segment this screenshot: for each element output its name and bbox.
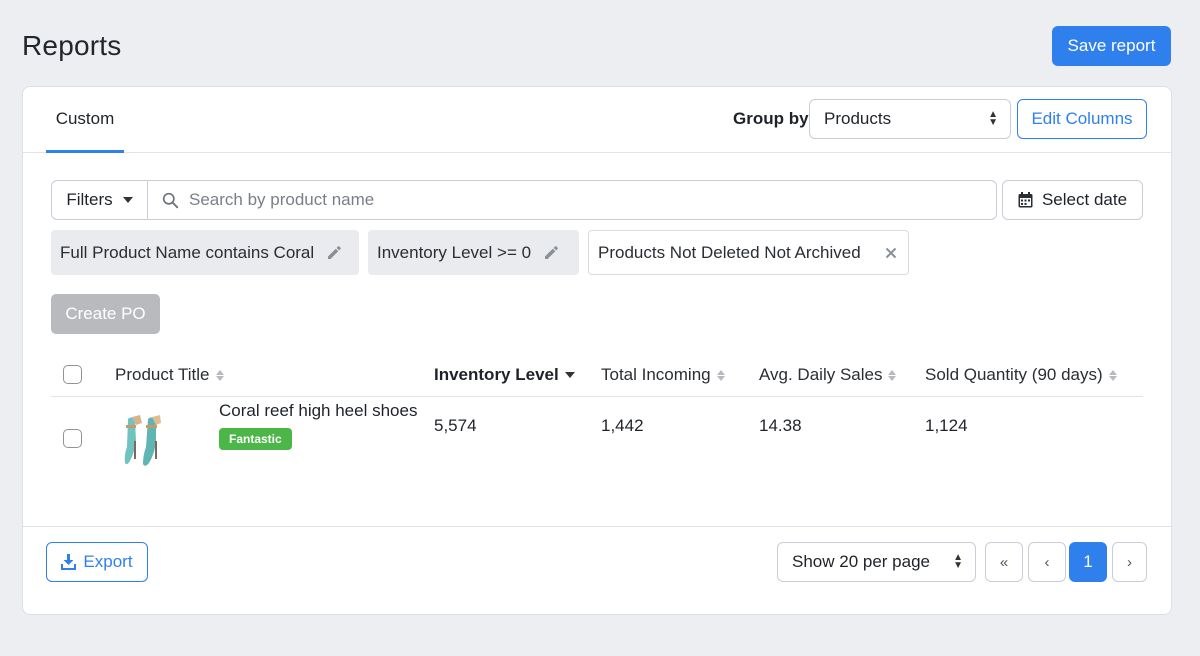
product-thumbnail [124,415,161,466]
filter-chip-label: Products Not Deleted Not Archived [598,242,861,262]
pagination-first-button[interactable]: « [985,542,1023,582]
select-caret-icon: ▲ ▼ [953,552,963,571]
report-card: Custom Group by Products ▲ ▼ Edit Columns… [22,86,1172,615]
select-caret-icon: ▲ ▼ [988,109,998,128]
column-header-label: Inventory Level [434,365,559,384]
pencil-icon[interactable] [543,245,559,261]
column-header-product-title[interactable]: Product Title [115,355,224,395]
close-icon[interactable] [885,247,897,259]
product-title[interactable]: Coral reef high heel shoes [219,401,417,421]
select-date-button[interactable]: Select date [1002,180,1143,220]
export-button[interactable]: Export [46,542,148,582]
search-input[interactable] [189,182,996,218]
table-footer: Export Show 20 per page ▲ ▼ « ‹ 1 › [23,526,1171,615]
column-header-inventory-level[interactable]: Inventory Level [434,355,575,395]
sort-icon [716,369,725,381]
column-header-sold-quantity[interactable]: Sold Quantity (90 days) [925,355,1117,395]
search-icon [162,192,179,208]
table-header: Product Title Inventory Level Total Inco… [51,355,1143,397]
create-po-button[interactable]: Create PO [51,294,160,334]
page-title: Reports [22,30,122,61]
per-page-value: Show 20 per page [792,552,930,571]
filter-chip-label: Inventory Level >= 0 [377,242,532,262]
group-by-select[interactable]: Products ▲ ▼ [809,99,1011,139]
group-by-value: Products [824,109,892,128]
pagination-prev-button[interactable]: ‹ [1028,542,1066,582]
column-header-label: Avg. Daily Sales [759,365,883,384]
pagination-next-button[interactable]: › [1112,542,1147,582]
filter-chip-not-deleted[interactable]: Products Not Deleted Not Archived [588,230,909,275]
sort-icon [1108,369,1117,381]
per-page-select[interactable]: Show 20 per page ▲ ▼ [777,542,976,582]
search-wrapper [148,181,996,219]
pagination-page-1[interactable]: 1 [1069,542,1107,582]
column-header-label: Product Title [115,365,210,384]
cell-avg-daily-sales: 14.38 [759,416,802,435]
sort-icon [215,369,224,381]
product-badge: Fantastic [219,428,292,450]
select-date-label: Select date [1041,190,1128,209]
column-header-total-incoming[interactable]: Total Incoming [601,355,725,395]
cell-inventory-level: 5,574 [434,416,477,435]
download-icon [61,554,77,570]
filter-chip-inventory-level[interactable]: Inventory Level >= 0 [368,230,579,275]
table-row: Coral reef high heel shoes Fantastic 5,5… [51,398,1143,480]
column-header-label: Total Incoming [601,365,711,384]
row-checkbox[interactable] [63,429,82,448]
save-report-button[interactable]: Save report [1052,26,1171,66]
tab-custom[interactable]: Custom [46,87,124,153]
pencil-icon[interactable] [326,245,342,261]
cell-total-incoming: 1,442 [601,416,644,435]
filters-dropdown-button[interactable]: Filters [52,181,148,219]
export-label: Export [83,552,133,571]
filters-label: Filters [66,190,113,209]
caret-down-icon [122,197,133,203]
select-all-checkbox[interactable] [63,365,82,384]
filter-search-group: Filters [51,180,997,220]
filter-chip-label: Full Product Name contains Coral [60,242,315,262]
tabs-bar: Custom Group by Products ▲ ▼ Edit Columns [23,87,1171,153]
sort-desc-icon [564,372,575,378]
calendar-icon [1018,192,1033,208]
sort-icon [888,369,897,381]
column-header-avg-daily-sales[interactable]: Avg. Daily Sales [759,355,897,395]
column-header-label: Sold Quantity (90 days) [925,365,1103,384]
filter-chip-product-name[interactable]: Full Product Name contains Coral [51,230,359,275]
cell-sold-quantity: 1,124 [925,416,968,435]
group-by-label: Group by [733,109,809,128]
edit-columns-button[interactable]: Edit Columns [1017,99,1147,139]
